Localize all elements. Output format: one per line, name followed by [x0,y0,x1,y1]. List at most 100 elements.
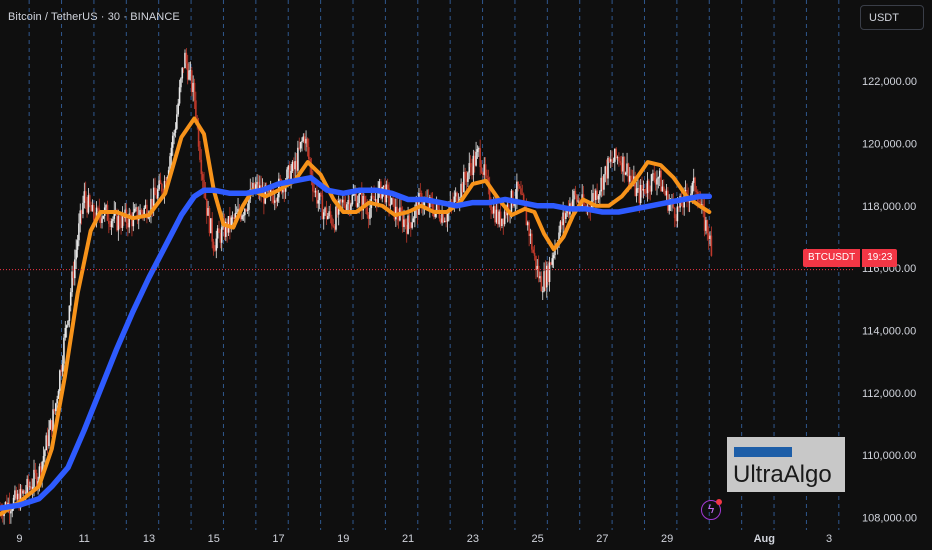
candle-body [29,486,31,488]
candle-body [307,147,310,160]
price-tick-label: 108,000.00 [862,513,917,525]
candle-body [205,198,208,216]
candle-body [182,67,185,69]
candle-body [643,188,646,193]
candle-body [486,175,488,178]
candle-body [367,214,370,219]
candle-body [321,195,324,220]
candle-body [650,174,653,192]
candle-body [156,189,159,199]
candle-body [661,186,664,192]
candle-body [241,215,243,220]
time-axis: 9 11 13 15 17 19 21 23 25 27 29 Aug 3 [16,533,832,545]
candle-body [210,218,212,234]
candle-body [195,100,197,119]
candle-body [176,114,178,129]
candle-body [607,157,609,179]
candle-body [199,146,201,160]
candle-body [615,148,617,158]
candle-body [155,194,158,199]
candle-body [14,490,16,498]
candle-body [703,208,706,231]
candle-body [482,172,484,175]
candle-body [276,197,279,202]
ultraalgo-logo: UltraAlgo [727,437,845,492]
candle-body [382,185,385,187]
candle-body [15,490,18,500]
candle-body [335,206,337,230]
candle-body [660,170,662,192]
candle-body [20,489,23,494]
lightning-icon[interactable]: ϟ [701,499,722,520]
candle-body [463,171,465,193]
candle-body [454,192,457,197]
candle-body [10,511,12,514]
candle-body [378,181,381,188]
candle-body [185,52,188,64]
candle-body [97,207,99,209]
candle-body [646,180,649,194]
candle-body [407,215,409,234]
candle-body [220,227,223,243]
candle-body [109,223,111,228]
candle-body [287,165,290,170]
candle-body [532,249,535,253]
price-tick-label: 118,000.00 [862,201,916,213]
candle-body [676,206,679,222]
candle-body [294,161,296,170]
candle-body [520,188,522,195]
symbol-title[interactable]: Bitcoin / TetherUS · 30 · BINANCE [8,11,180,23]
candle-body [93,205,95,221]
candle-body [346,204,348,211]
candle-body [386,184,389,189]
candle-body [275,200,277,202]
price-tick-label: 114,000.00 [862,325,916,337]
candle-body [694,177,696,191]
candle-body [533,252,536,256]
price-tick-label: 120,000.00 [862,138,917,150]
candle-body [505,211,507,216]
candle-body [22,490,24,494]
candle-body [158,180,160,190]
candle-body [559,221,562,233]
candle-body [622,156,624,172]
candle-body [341,199,344,203]
candle-body [539,276,541,279]
candle-body [596,190,598,200]
candle-body [443,220,446,222]
candle-body [537,265,540,279]
candle-body [648,180,650,191]
candle-body [620,162,623,172]
candle-body [356,203,359,207]
candle-body [495,209,498,223]
logo-bar [734,447,792,457]
currency-button[interactable]: USDT [860,5,924,30]
candle-body [177,103,179,115]
candle-body [76,240,79,250]
candle-body [215,238,218,251]
candle-body [49,420,52,430]
candle-body [340,199,343,203]
candle-body [46,435,49,447]
candle-body [56,399,58,404]
candle-body [328,211,330,217]
candle-body [491,210,494,214]
candle-body [371,195,374,197]
candle-body [305,138,307,144]
candle-body [626,163,628,173]
candle-body [327,216,329,220]
candle-body [517,181,520,187]
candle-body [548,262,551,282]
candle-body [189,70,192,72]
candle-body [469,163,472,168]
candle-body [72,271,75,279]
candle-body [616,157,619,159]
time-tick-label: 23 [467,533,479,545]
candle-body [11,509,14,512]
candle-body [540,276,543,292]
candle-body [529,233,532,237]
candle-body [233,217,235,220]
candle-body [159,180,162,185]
candle-body [245,209,248,211]
candle-body [80,210,83,214]
